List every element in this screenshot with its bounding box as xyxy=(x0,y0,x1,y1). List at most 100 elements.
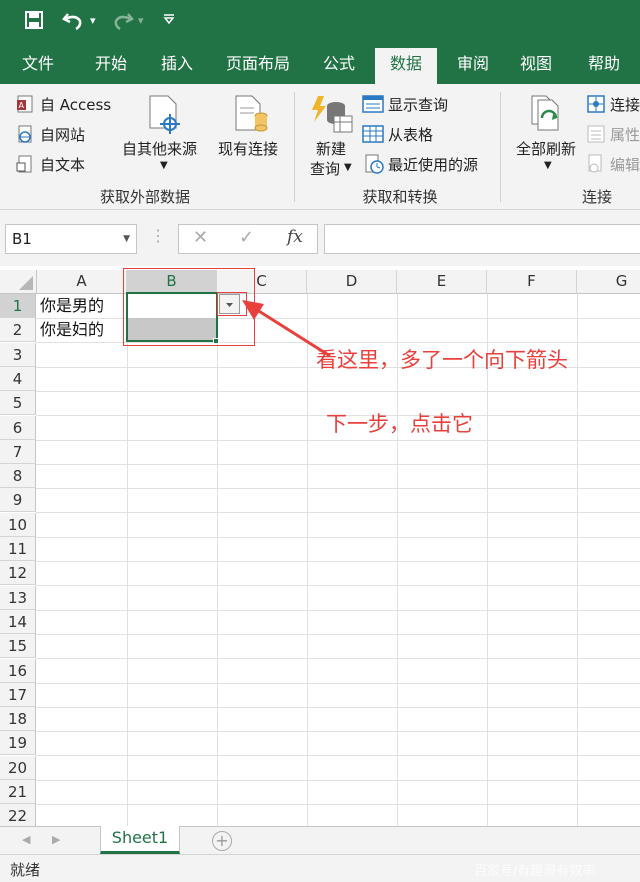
show-queries-icon xyxy=(362,94,384,118)
redo-dropdown[interactable]: ▾ xyxy=(138,10,144,32)
tab-view[interactable]: 视图 xyxy=(510,52,562,84)
from-text-button[interactable]: 自文本 xyxy=(40,154,85,175)
edit-links-icon xyxy=(586,154,606,178)
new-query-label-line1[interactable]: 新建 xyxy=(316,138,346,159)
chevron-down-icon: ▼ xyxy=(344,162,352,173)
connections-button[interactable]: 连接 xyxy=(610,94,640,115)
recent-sources-icon xyxy=(364,154,386,178)
other-sources-icon xyxy=(146,94,180,138)
row-header[interactable]: 8 xyxy=(0,464,36,489)
customize-icon[interactable] xyxy=(162,10,176,33)
row-header[interactable]: 11 xyxy=(0,537,36,561)
name-box-value: B1 xyxy=(12,230,32,248)
row-header[interactable]: 22 xyxy=(0,804,36,826)
row-header[interactable]: 20 xyxy=(0,755,36,780)
row-header[interactable]: 3 xyxy=(0,342,36,367)
row-header[interactable]: 9 xyxy=(0,488,36,513)
cell-a2[interactable]: 你是妇的 xyxy=(40,318,104,342)
row-header[interactable]: 14 xyxy=(0,609,36,634)
chevron-down-icon: ▼ xyxy=(160,160,168,171)
chevron-down-icon[interactable]: ▼ xyxy=(123,225,130,253)
properties-button[interactable]: 属性 xyxy=(610,124,640,145)
tab-file[interactable]: 文件 xyxy=(14,52,62,84)
next-sheet-icon[interactable]: ▶ xyxy=(52,833,60,846)
insert-function-icon[interactable]: fx xyxy=(287,227,303,247)
from-web-button[interactable]: 自网站 xyxy=(40,124,85,145)
undo-dropdown[interactable]: ▾ xyxy=(90,10,96,32)
group-label-get-external-data: 获取外部数据 xyxy=(99,188,190,206)
undo-icon[interactable] xyxy=(62,10,86,38)
row-header[interactable]: 2 xyxy=(0,318,36,343)
gridline xyxy=(217,294,218,826)
refresh-all-icon xyxy=(528,94,564,138)
from-table-button[interactable]: 从表格 xyxy=(388,124,433,145)
formula-bar: B1 ▼ ⋮ ✕ ✓ fx xyxy=(0,210,640,266)
select-all-corner[interactable] xyxy=(0,270,37,294)
row-header[interactable]: 6 xyxy=(0,415,36,440)
chevron-down-icon: ▼ xyxy=(544,160,552,171)
worksheet-grid: A B C D E F G 1 2 3 4 5 6 7 8 9 10 11 12 13 14 15 16 17 1… xyxy=(0,266,640,826)
ribbon-tabs: 文件 开始 插入 页面布局 公式 数据 审阅 视图 帮助 xyxy=(0,44,640,84)
edit-links-button[interactable]: 编辑 xyxy=(610,154,640,175)
from-other-sources-button[interactable]: 自其他来源 xyxy=(122,138,197,159)
row-header[interactable]: 17 xyxy=(0,682,36,707)
row-header[interactable]: 16 xyxy=(0,658,36,683)
gridline xyxy=(577,294,578,826)
row-header[interactable]: 15 xyxy=(0,634,36,659)
annotation-line1: 看这里，多了一个向下箭头 xyxy=(316,348,568,372)
sheet-tab-sheet1[interactable]: Sheet1 xyxy=(100,826,180,854)
ribbon: A 自 Access 自网站 自文本 自其他来源 ▼ 现有连接 获取外部数据 新… xyxy=(0,84,640,210)
row-header[interactable]: 1 xyxy=(0,294,36,318)
table-icon xyxy=(362,124,384,148)
gridline xyxy=(127,294,128,826)
new-query-label-line2[interactable]: 查询 xyxy=(310,158,340,179)
column-header-f[interactable]: F xyxy=(487,270,577,294)
row-header[interactable]: 7 xyxy=(0,439,36,464)
column-header-g[interactable]: G xyxy=(577,270,640,294)
row-header[interactable]: 5 xyxy=(0,391,36,416)
row-header[interactable]: 10 xyxy=(0,512,36,537)
access-icon: A xyxy=(16,94,36,118)
tab-help[interactable]: 帮助 xyxy=(578,52,630,84)
redo-icon[interactable] xyxy=(110,10,134,38)
group-label-get-and-transform: 获取和转换 xyxy=(362,188,438,206)
formula-input[interactable] xyxy=(324,224,640,254)
name-box[interactable]: B1 ▼ xyxy=(5,224,137,254)
group-label-connections: 连接 xyxy=(581,188,612,206)
column-header-a[interactable]: A xyxy=(37,270,127,294)
show-queries-button[interactable]: 显示查询 xyxy=(388,94,448,115)
tab-insert[interactable]: 插入 xyxy=(152,52,202,84)
refresh-all-button[interactable]: 全部刷新 xyxy=(516,138,576,159)
row-header[interactable]: 13 xyxy=(0,585,36,610)
column-header-e[interactable]: E xyxy=(397,270,487,294)
from-access-button[interactable]: 自 Access xyxy=(40,94,111,115)
row-header[interactable]: 18 xyxy=(0,707,36,732)
enter-icon[interactable]: ✓ xyxy=(239,227,254,248)
column-header-d[interactable]: D xyxy=(307,270,397,294)
new-query-icon xyxy=(310,94,354,140)
row-header[interactable]: 4 xyxy=(0,366,36,391)
row-header[interactable]: 12 xyxy=(0,561,36,586)
recent-sources-button[interactable]: 最近使用的源 xyxy=(388,154,478,175)
prev-sheet-icon[interactable]: ◀ xyxy=(22,833,30,846)
tab-home[interactable]: 开始 xyxy=(86,52,136,84)
row-header[interactable]: 21 xyxy=(0,780,36,804)
add-sheet-icon[interactable]: + xyxy=(212,831,232,851)
row-header[interactable]: 19 xyxy=(0,731,36,756)
cell-a1[interactable]: 你是男的 xyxy=(40,294,104,318)
existing-connections-button[interactable]: 现有连接 xyxy=(218,138,278,159)
more-icon: ⋮ xyxy=(150,226,166,245)
save-icon[interactable] xyxy=(24,10,44,36)
gridline xyxy=(307,294,308,826)
connections-icon xyxy=(586,94,606,118)
tab-page-layout[interactable]: 页面布局 xyxy=(220,52,296,84)
svg-text:A: A xyxy=(19,101,25,110)
status-ready: 就绪 xyxy=(10,861,41,879)
watermark: 百家号/有趣哥有奴率 xyxy=(474,864,596,879)
tab-data[interactable]: 数据 xyxy=(375,48,437,84)
cancel-icon[interactable]: ✕ xyxy=(193,227,208,248)
existing-connections-icon xyxy=(232,94,268,138)
tab-review[interactable]: 审阅 xyxy=(448,52,498,84)
text-file-icon xyxy=(16,154,36,178)
tab-formulas[interactable]: 公式 xyxy=(314,52,364,84)
